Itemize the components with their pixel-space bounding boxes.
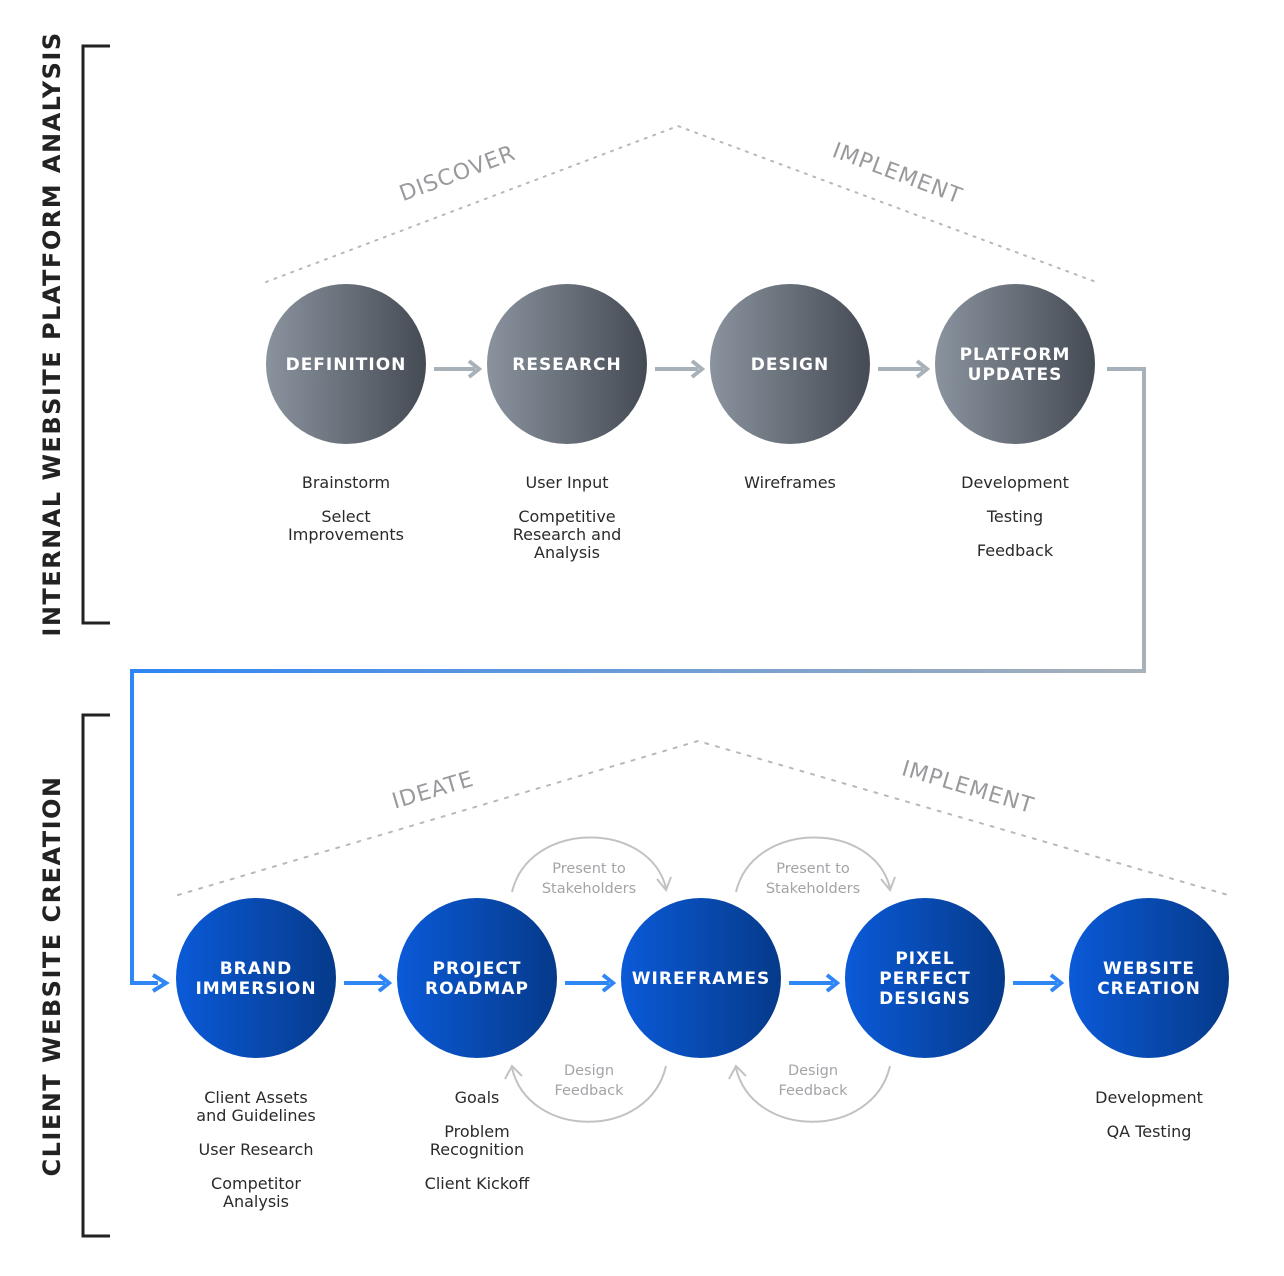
client-step-title: IMMERSION — [195, 979, 316, 999]
client-step-title: WIREFRAMES — [632, 969, 770, 989]
loop-top-label: Present to — [552, 861, 626, 877]
internal-arrow-icon — [434, 359, 483, 379]
client-step-detail: Client Kickoff — [425, 1174, 531, 1193]
internal-step-detail: Testing — [986, 507, 1043, 526]
loop-top-label: Present to — [776, 861, 850, 877]
client-arrow-icon — [565, 973, 617, 993]
client-step-title: PROJECT — [432, 959, 521, 979]
internal-step-title: DEFINITION — [286, 355, 407, 375]
loop-bottom-label: Design — [788, 1063, 838, 1079]
internal-step-detail: Select — [321, 507, 370, 526]
client-step-title: DESIGNS — [879, 989, 971, 1009]
internal-step-title: DESIGN — [751, 355, 829, 375]
client-step-detail: and Guidelines — [196, 1106, 315, 1125]
internal-step-detail: User Input — [526, 473, 609, 492]
section-connector-line — [130, 367, 1146, 985]
internal-step-title: RESEARCH — [512, 355, 622, 375]
internal-step-title: PLATFORM — [960, 345, 1071, 365]
loop-bottom-label: Feedback — [554, 1083, 624, 1099]
client-arrow-icon — [344, 973, 393, 993]
client-step-detail: Problem — [444, 1122, 509, 1141]
loop-top-label: Stakeholders — [542, 881, 636, 897]
client-step-title: CREATION — [1097, 979, 1201, 999]
client-step: PIXELPERFECTDESIGNS — [845, 898, 1005, 1058]
internal-step: PLATFORMUPDATES Development Testing Feedbac… — [935, 284, 1095, 560]
process-diagram: INTERNAL WEBSITE PLATFORM ANALYSIS CLIEN… — [38, 31, 1229, 1238]
client-roof-dotted-line — [177, 739, 1229, 896]
loop-bottom-label: Feedback — [778, 1083, 848, 1099]
client-step: PROJECTROADMAP Goals ProblemRecognition Cli… — [397, 898, 557, 1193]
phase-label-ideate: IDEATE — [389, 767, 477, 815]
internal-step-detail: Feedback — [977, 541, 1054, 560]
client-step-detail: Development — [1095, 1088, 1203, 1107]
client-step-detail: Goals — [455, 1088, 500, 1107]
internal-step-detail: Research and — [513, 525, 622, 544]
client-step-detail: Competitor — [211, 1174, 301, 1193]
phase-label-implement-internal: IMPLEMENT — [829, 138, 966, 209]
client-step-title: PIXEL — [895, 949, 954, 969]
internal-step: DEFINITION Brainstorm SelectImprovements — [266, 284, 426, 544]
client-step: WEBSITECREATION Development QA Testing — [1069, 898, 1229, 1141]
internal-arrow-icon — [655, 359, 706, 379]
client-section-label: CLIENT WEBSITE CREATION — [38, 775, 66, 1176]
client-step: BRANDIMMERSION Client Assetsand Guideline… — [176, 898, 336, 1211]
client-step-title: ROADMAP — [425, 979, 529, 999]
client-arrow-icon — [1013, 973, 1065, 993]
internal-step-detail: Brainstorm — [302, 473, 390, 492]
client-step-title: WEBSITE — [1103, 959, 1195, 979]
internal-step-detail: Improvements — [288, 525, 404, 544]
client-step-detail: QA Testing — [1107, 1122, 1192, 1141]
client-step-detail: Analysis — [223, 1192, 289, 1211]
internal-step-detail: Analysis — [534, 543, 600, 562]
internal-step-detail: Development — [961, 473, 1069, 492]
phase-label-implement-client: IMPLEMENT — [899, 756, 1037, 819]
client-step-detail: Recognition — [430, 1140, 524, 1159]
internal-step: DESIGN Wireframes — [710, 284, 870, 492]
internal-roof-dotted-line — [265, 124, 1097, 283]
loop-top-label: Stakeholders — [766, 881, 860, 897]
client-section-bracket — [81, 713, 110, 1238]
client-step-title: PERFECT — [879, 969, 970, 989]
internal-arrow-icon — [878, 359, 931, 379]
client-step-detail: User Research — [199, 1140, 314, 1159]
client-step-detail: Client Assets — [204, 1088, 307, 1107]
phase-label-discover: DISCOVER — [396, 141, 519, 207]
loop-bottom-label: Design — [564, 1063, 614, 1079]
client-arrow-icon — [789, 973, 841, 993]
internal-step-detail: Wireframes — [744, 473, 836, 492]
client-step: WIREFRAMES — [621, 898, 781, 1058]
internal-step: RESEARCH User Input CompetitiveResearch an… — [487, 284, 647, 562]
internal-step-title: UPDATES — [968, 365, 1063, 385]
internal-step-detail: Competitive — [518, 507, 615, 526]
internal-section-bracket — [81, 44, 110, 625]
client-step-title: BRAND — [220, 959, 293, 979]
internal-section-label: INTERNAL WEBSITE PLATFORM ANALYSIS — [38, 31, 66, 636]
